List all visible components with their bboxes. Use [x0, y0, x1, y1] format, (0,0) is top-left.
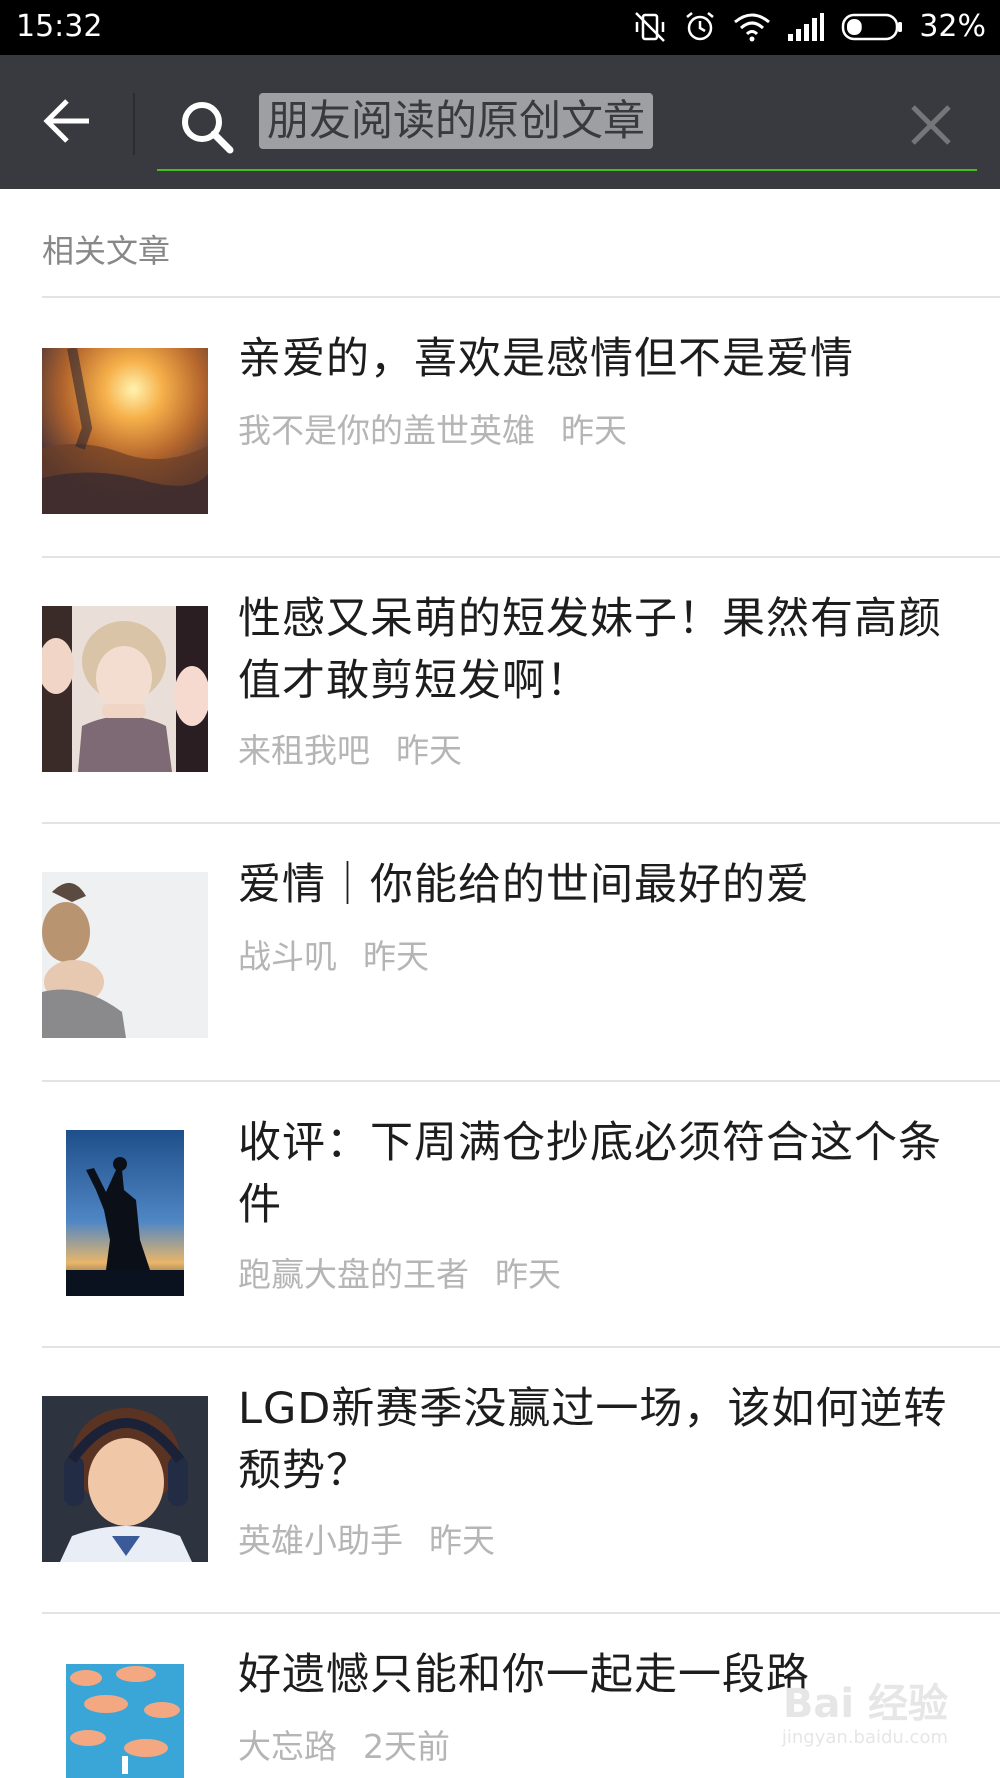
article-title: LGD新赛季没赢过一场，该如何逆转颓势？ — [238, 1384, 948, 1496]
article-thumbnail — [42, 348, 208, 514]
article-title: 性感又呆萌的短发妹子！果然有高颜值才敢剪短发啊！ — [238, 594, 942, 706]
section-header: 相关文章 — [42, 232, 171, 270]
article-item[interactable]: 收评：下周满仓抄底必须符合这个条件 跑赢大盘的王者 昨天 — [0, 1082, 1000, 1348]
clear-search-button[interactable] — [903, 99, 959, 155]
article-meta: 我不是你的盖世英雄 昨天 — [238, 408, 627, 454]
search-input[interactable]: 朋友阅读的原创文章 — [259, 93, 654, 149]
article-time: 昨天 — [363, 937, 429, 976]
battery-percent: 32% — [919, 9, 986, 44]
article-author: 跑赢大盘的王者 — [238, 1255, 469, 1294]
article-thumbnail — [42, 872, 208, 1038]
search-icon — [179, 99, 235, 155]
article-thumbnail — [66, 1664, 184, 1778]
article-meta: 战斗叽 昨天 — [238, 934, 429, 980]
article-title: 亲爱的，喜欢是感情但不是爱情 — [238, 334, 854, 384]
article-item[interactable]: 性感又呆萌的短发妹子！果然有高颜值才敢剪短发啊！ 来租我吧 昨天 — [0, 558, 1000, 824]
watermark-sub: jingyan.baidu.com — [781, 1727, 948, 1748]
article-time: 昨天 — [495, 1255, 561, 1294]
article-thumbnail — [42, 606, 208, 772]
signal-icon — [787, 12, 825, 42]
article-author: 我不是你的盖世英雄 — [238, 411, 535, 450]
article-author: 来租我吧 — [238, 731, 370, 770]
status-icons: 32% — [633, 6, 986, 48]
article-item[interactable]: 爱情｜你能给的世间最好的爱 战斗叽 昨天 — [0, 824, 1000, 1082]
alarm-icon — [683, 10, 717, 44]
search-toolbar: 朋友阅读的原创文章 — [0, 55, 1000, 189]
status-bar: 15:32 32% — [0, 0, 1000, 55]
article-title: 收评：下周满仓抄底必须符合这个条件 — [238, 1118, 942, 1230]
article-time: 2天前 — [363, 1727, 450, 1766]
search-box[interactable]: 朋友阅读的原创文章 — [157, 85, 977, 171]
article-item[interactable]: 亲爱的，喜欢是感情但不是爱情 我不是你的盖世英雄 昨天 — [0, 298, 1000, 558]
back-button[interactable] — [36, 95, 98, 151]
back-arrow-icon — [43, 98, 91, 148]
article-thumbnail — [42, 1396, 208, 1562]
toolbar-divider — [133, 93, 135, 155]
wifi-icon — [733, 12, 771, 42]
article-time: 昨天 — [396, 731, 462, 770]
baidu-watermark: Bai 经验 jingyan.baidu.com — [782, 1671, 948, 1748]
battery-icon — [841, 12, 903, 42]
article-author: 战斗叽 — [238, 937, 337, 976]
article-meta: 来租我吧 昨天 — [238, 728, 462, 774]
article-meta: 大忘路 2天前 — [238, 1724, 450, 1770]
article-meta: 跑赢大盘的王者 昨天 — [238, 1252, 561, 1298]
article-meta: 英雄小助手 昨天 — [238, 1518, 495, 1564]
article-author: 英雄小助手 — [238, 1521, 403, 1560]
watermark-text: Bai 经验 — [782, 1681, 948, 1727]
vibrate-off-icon — [633, 10, 667, 44]
article-thumbnail — [66, 1130, 184, 1296]
article-item[interactable]: LGD新赛季没赢过一场，该如何逆转颓势？ 英雄小助手 昨天 — [0, 1348, 1000, 1614]
close-icon — [910, 104, 952, 150]
article-time: 昨天 — [429, 1521, 495, 1560]
status-time: 15:32 — [16, 9, 103, 44]
article-time: 昨天 — [561, 411, 627, 450]
article-title: 爱情｜你能给的世间最好的爱 — [238, 860, 810, 910]
article-author: 大忘路 — [238, 1727, 337, 1766]
